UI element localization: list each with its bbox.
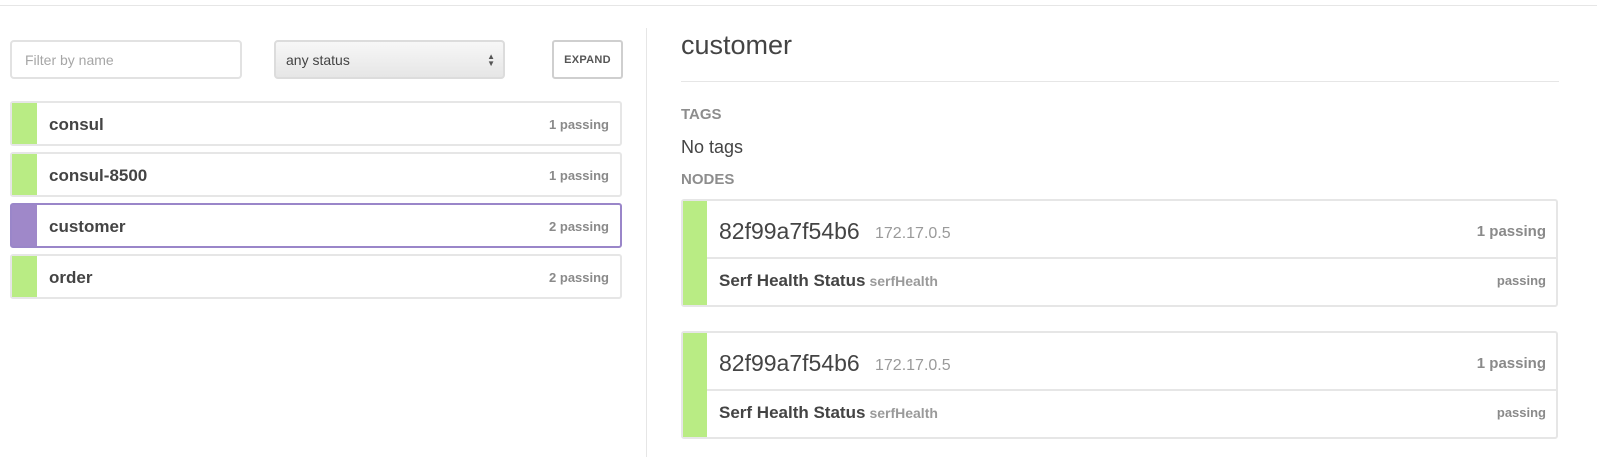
- node-card: 82f99a7f54b6 172.17.0.5 1 passing Serf H…: [681, 331, 1558, 439]
- check-id: serfHealth: [869, 273, 938, 289]
- service-title: customer: [681, 30, 793, 60]
- check-name-text: Serf Health Status: [719, 403, 866, 422]
- top-divider: [0, 5, 1597, 6]
- check-name-text: Serf Health Status: [719, 271, 866, 290]
- filter-by-name-input[interactable]: [10, 40, 242, 79]
- status-bar: [683, 201, 707, 305]
- node-address: 172.17.0.5: [875, 225, 951, 242]
- status-bar: [12, 256, 37, 297]
- tags-label: TAGS: [681, 106, 722, 123]
- check-name: Serf Health Status serfHealth: [719, 271, 938, 291]
- service-name: order: [49, 268, 93, 287]
- node-header[interactable]: 82f99a7f54b6 172.17.0.5 1 passing: [707, 333, 1556, 391]
- check-id: serfHealth: [869, 405, 938, 421]
- status-filter-select[interactable]: any status ▲ ▼: [274, 40, 505, 79]
- check-name: Serf Health Status serfHealth: [719, 403, 938, 423]
- tags-value: No tags: [681, 137, 744, 157]
- services-panel: any status ▲▼ EXPAND consul 1 passing co…: [10, 40, 623, 299]
- node-check-count: 1 passing: [1476, 223, 1546, 240]
- check-status: passing: [1496, 405, 1546, 420]
- health-check-row[interactable]: Serf Health Status serfHealth passing: [707, 259, 1556, 305]
- node-name: 82f99a7f54b6: [719, 218, 860, 244]
- service-name: consul-8500: [49, 166, 148, 185]
- node-card: 82f99a7f54b6 172.17.0.5 1 passing Serf H…: [681, 199, 1558, 307]
- service-check-count: 2 passing: [549, 270, 609, 285]
- service-item-consul-8500[interactable]: consul-8500 1 passing: [10, 152, 622, 197]
- health-check-row[interactable]: Serf Health Status serfHealth passing: [707, 391, 1556, 437]
- node-address: 172.17.0.5: [875, 357, 951, 374]
- service-check-count: 1 passing: [549, 168, 609, 183]
- column-divider: [646, 28, 647, 457]
- select-arrows-icon: ▲ ▼: [487, 52, 495, 68]
- node-check-count: 1 passing: [1476, 355, 1546, 372]
- service-item-order[interactable]: order 2 passing: [10, 254, 622, 299]
- status-filter-value: any status: [286, 51, 350, 68]
- service-item-customer[interactable]: customer 2 passing: [10, 203, 622, 248]
- service-check-count: 2 passing: [549, 219, 609, 234]
- nodes-label: NODES: [681, 171, 735, 188]
- status-bar: [683, 333, 707, 437]
- check-status: passing: [1496, 273, 1546, 288]
- expand-button[interactable]: EXPAND: [552, 40, 623, 79]
- service-list: consul 1 passing consul-8500 1 passing c…: [10, 101, 622, 305]
- service-name: customer: [49, 217, 126, 236]
- title-divider: [681, 81, 1559, 82]
- service-name: consul: [49, 115, 104, 134]
- status-bar: [12, 103, 37, 144]
- status-bar: [12, 154, 37, 195]
- node-name: 82f99a7f54b6: [719, 350, 860, 376]
- service-item-consul[interactable]: consul 1 passing: [10, 101, 622, 146]
- filter-controls: any status ▲▼ EXPAND: [10, 40, 623, 80]
- status-bar: [12, 205, 37, 246]
- node-header[interactable]: 82f99a7f54b6 172.17.0.5 1 passing: [707, 201, 1556, 259]
- service-check-count: 1 passing: [549, 117, 609, 132]
